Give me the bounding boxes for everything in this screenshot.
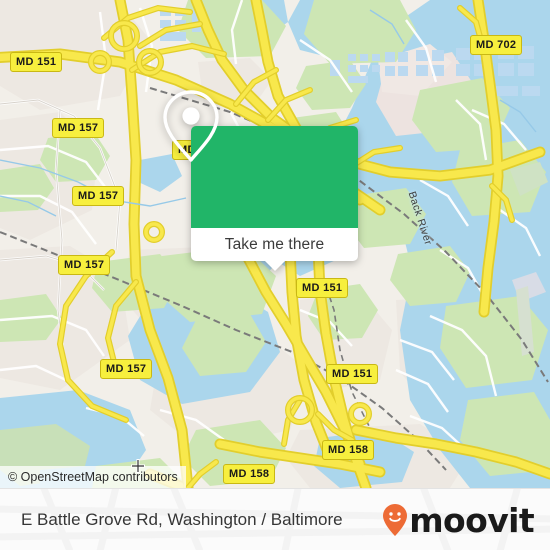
road-shield: MD 151 xyxy=(10,52,63,72)
callout-label: Take me there xyxy=(224,235,325,253)
road-shield: MD 151 xyxy=(326,364,379,384)
moovit-logo[interactable]: moovit xyxy=(382,500,535,540)
road-shield: MD 157 xyxy=(58,255,111,275)
road-shield: MD 702 xyxy=(470,35,523,55)
road-shield: MD 157 xyxy=(100,359,153,379)
map-pin-icon xyxy=(163,90,219,162)
footer-bar: E Battle Grove Rd, Washington / Baltimor… xyxy=(0,488,550,550)
road-shield: MD 157 xyxy=(52,118,105,138)
callout-icon-panel xyxy=(163,90,358,228)
road-shield: MD 158 xyxy=(223,464,276,484)
road-shield: MD 151 xyxy=(296,278,349,298)
moovit-wordmark: moovit xyxy=(409,500,534,540)
road-shield: MD 157 xyxy=(72,186,125,206)
map-attribution: © OpenStreetMap contributors xyxy=(0,466,186,488)
road-shield: MD 158 xyxy=(322,440,375,460)
map-canvas[interactable]: MD 151 MD 157 MD 157 MD 157 MD 157 MD 70… xyxy=(0,0,550,488)
moovit-smiley-pin-icon xyxy=(383,504,408,536)
callout-action-bar[interactable]: Take me there xyxy=(191,228,358,271)
moovit-map-screenshot: MD 151 MD 157 MD 157 MD 157 MD 157 MD 70… xyxy=(0,0,550,550)
callout-pointer-tail xyxy=(263,260,286,271)
take-me-there-callout[interactable]: Take me there xyxy=(163,90,358,271)
footer-address-label: E Battle Grove Rd, Washington / Baltimor… xyxy=(21,510,343,529)
